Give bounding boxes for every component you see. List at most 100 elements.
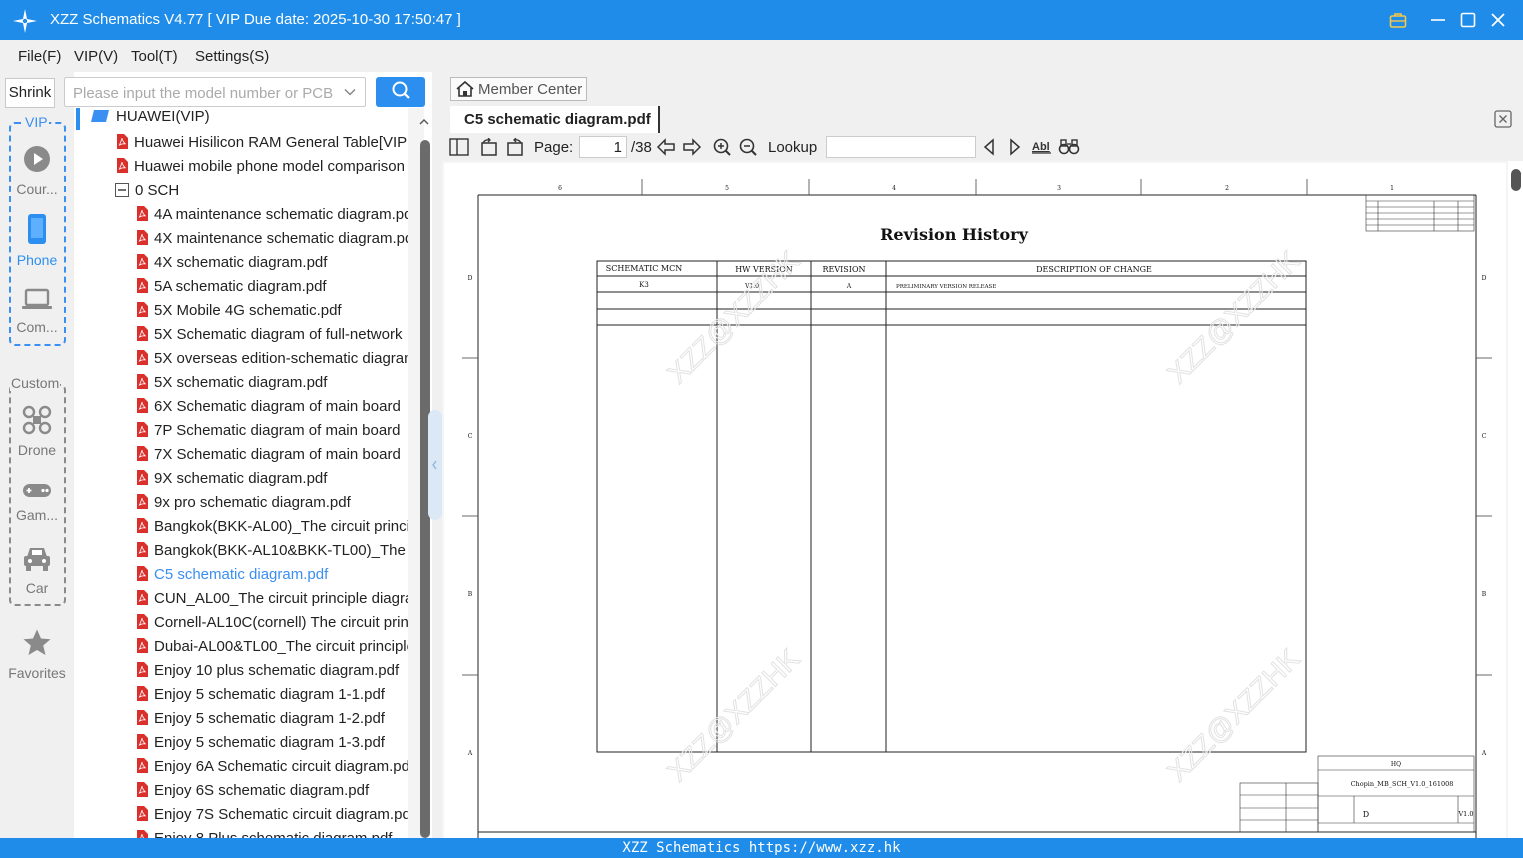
- rail-item-favorites[interactable]: Favorites: [4, 628, 70, 681]
- tree-file-item[interactable]: 7P Schematic diagram of main board: [136, 422, 408, 444]
- tree-file-label: 9X schematic diagram.pdf: [154, 470, 328, 487]
- tree-file-label: Enjoy 10 plus schematic diagram.pdf: [154, 662, 400, 679]
- tree-file-item[interactable]: 5X overseas edition-schematic diagram: [136, 350, 408, 372]
- vip-briefcase-icon[interactable]: [1385, 7, 1411, 33]
- rail-item-phone[interactable]: Phone: [4, 213, 70, 268]
- menu-vip[interactable]: VIP(V): [74, 48, 118, 65]
- tree-file-label: CUN_AL00_The circuit principle diagram: [154, 590, 408, 607]
- minimize-button[interactable]: [1425, 7, 1451, 33]
- file-tree: HUAWEI(VIP) Huawei Hisilicon RAM General…: [74, 108, 432, 838]
- tree-file-item[interactable]: Enjoy 8 Plus schematic diagram.pdf: [136, 830, 408, 838]
- find-next-icon[interactable]: [1007, 138, 1023, 161]
- pdf-file-icon: [136, 830, 148, 838]
- find-binoculars-icon[interactable]: [1058, 138, 1080, 161]
- tree-file-item[interactable]: 4X schematic diagram.pdf: [136, 254, 408, 276]
- rail-item-car[interactable]: Car: [4, 545, 70, 596]
- rail-item-game[interactable]: Gam...: [4, 482, 70, 523]
- search-input[interactable]: [73, 83, 335, 103]
- tree-root-folder[interactable]: HUAWEI(VIP): [90, 108, 420, 130]
- pdf-file-icon: [136, 686, 148, 705]
- tree-file-item[interactable]: Enjoy 10 plus schematic diagram.pdf: [136, 662, 408, 684]
- shrink-button[interactable]: Shrink: [5, 78, 55, 108]
- car-icon: [4, 545, 70, 576]
- pdf-file-icon: [136, 398, 148, 417]
- rail-item-label: Cour...: [16, 181, 58, 197]
- document-tab[interactable]: C5 schematic diagram.pdf: [450, 106, 660, 133]
- menu-tool[interactable]: Tool(T): [131, 48, 178, 65]
- tree-file-item[interactable]: Enjoy 5 schematic diagram 1-2.pdf: [136, 710, 408, 732]
- close-button[interactable]: [1485, 7, 1511, 33]
- header-schematic-mcn: SCHEMATIC MCN: [606, 264, 682, 273]
- rail-item-computer[interactable]: Com...: [4, 288, 70, 335]
- rail-item-drone[interactable]: Drone: [4, 405, 70, 458]
- tree-file-item[interactable]: CUN_AL00_The circuit principle diagram: [136, 590, 408, 612]
- sidebar-toggle-icon[interactable]: [449, 138, 469, 161]
- tree-file-item[interactable]: Bangkok(BKK-AL10&BKK-TL00)_The circuit: [136, 542, 408, 564]
- tree-file-item[interactable]: 5A schematic diagram.pdf: [136, 278, 408, 300]
- next-page-arrow-icon[interactable]: [682, 138, 702, 161]
- lookup-input[interactable]: [826, 136, 976, 158]
- tree-file-item[interactable]: Enjoy 7S Schematic circuit diagram.pdf: [136, 806, 408, 828]
- zoom-out-icon[interactable]: [739, 138, 759, 161]
- chevron-down-icon[interactable]: [343, 85, 357, 104]
- row-letter: C: [468, 433, 473, 440]
- svg-text:Abl: Abl: [1032, 141, 1050, 153]
- tree-file-item[interactable]: 6X Schematic diagram of main board: [136, 398, 408, 420]
- pdf-file-icon: [136, 662, 148, 681]
- document-viewer[interactable]: 654321 DDCCBBAA Revision History SCHEMAT…: [442, 161, 1508, 838]
- rotate-right-icon[interactable]: [505, 137, 525, 161]
- zoom-in-icon[interactable]: [713, 138, 733, 161]
- pdf-file-icon: [136, 566, 148, 585]
- collapse-icon[interactable]: [115, 183, 129, 201]
- tree-file-item[interactable]: Huawei Hisilicon RAM General Table[VIP: [116, 134, 408, 156]
- laptop-icon: [4, 288, 70, 315]
- company-name: HQ: [1391, 761, 1401, 768]
- match-whole-word-icon[interactable]: Abl: [1031, 138, 1053, 161]
- tree-file-label: 5X Mobile 4G schematic.pdf: [154, 302, 342, 319]
- maximize-button[interactable]: [1455, 7, 1481, 33]
- tree-file-item[interactable]: Huawei mobile phone model comparison: [116, 158, 408, 180]
- tree-file-item[interactable]: 5X Schematic diagram of full-network: [136, 326, 408, 348]
- tree-file-item[interactable]: 5X schematic diagram.pdf: [136, 374, 408, 396]
- pdf-file-icon: [136, 542, 148, 561]
- tree-file-item[interactable]: 7X Schematic diagram of main board: [136, 446, 408, 468]
- tree-file-item[interactable]: Enjoy 6S schematic diagram.pdf: [136, 782, 408, 804]
- find-previous-icon[interactable]: [981, 138, 997, 161]
- document-revision: V1.0: [1457, 810, 1473, 818]
- previous-page-arrow-icon[interactable]: [656, 138, 676, 161]
- column-number: 6: [558, 185, 562, 192]
- tree-file-item-selected[interactable]: C5 schematic diagram.pdf: [136, 566, 408, 588]
- viewer-scrollbar-thumb[interactable]: [1511, 169, 1521, 191]
- menu-file[interactable]: File(F): [18, 48, 61, 65]
- tree-file-item[interactable]: 4A maintenance schematic diagram.pdf: [136, 206, 408, 228]
- tree-file-item[interactable]: Dubai-AL00&TL00_The circuit principle: [136, 638, 408, 660]
- tree-file-label: Enjoy 5 schematic diagram 1-3.pdf: [154, 734, 385, 751]
- header-description: DESCRIPTION OF CHANGE: [1036, 265, 1152, 274]
- tree-file-item[interactable]: 9X schematic diagram.pdf: [136, 470, 408, 492]
- rotate-left-icon[interactable]: [479, 137, 499, 161]
- collapse-pane-handle[interactable]: [428, 410, 442, 520]
- rail-item-label: Car: [25, 580, 49, 596]
- pdf-file-icon: [136, 422, 148, 441]
- tree-file-label: Enjoy 7S Schematic circuit diagram.pdf: [154, 806, 408, 823]
- search-button[interactable]: [376, 77, 425, 107]
- column-number: 3: [1057, 185, 1061, 192]
- tree-file-label: 4X maintenance schematic diagram.pdf: [154, 230, 408, 247]
- tree-folder-0-sch[interactable]: 0 SCH: [115, 182, 415, 204]
- tree-file-item[interactable]: 5X Mobile 4G schematic.pdf: [136, 302, 408, 324]
- tree-file-item[interactable]: Enjoy 5 schematic diagram 1-1.pdf: [136, 686, 408, 708]
- tree-file-item[interactable]: 9x pro schematic diagram.pdf: [136, 494, 408, 516]
- rail-item-courses[interactable]: Cour...: [4, 144, 70, 197]
- page-number-input[interactable]: 1: [579, 136, 627, 158]
- tree-file-label: Enjoy 5 schematic diagram 1-2.pdf: [154, 710, 385, 727]
- member-center-button[interactable]: Member Center: [450, 77, 587, 101]
- tree-file-item[interactable]: Cornell-AL10C(cornell) The circuit princ…: [136, 614, 408, 636]
- menu-settings[interactable]: Settings(S): [195, 48, 269, 65]
- scroll-up-icon[interactable]: [418, 114, 430, 132]
- tree-file-item[interactable]: Enjoy 6A Schematic circuit diagram.pdf: [136, 758, 408, 780]
- close-document-icon[interactable]: [1494, 110, 1512, 133]
- model-search-field[interactable]: [64, 77, 366, 107]
- tree-file-item[interactable]: Enjoy 5 schematic diagram 1-3.pdf: [136, 734, 408, 756]
- tree-file-item[interactable]: Bangkok(BKK-AL00)_The circuit principle: [136, 518, 408, 540]
- tree-file-item[interactable]: 4X maintenance schematic diagram.pdf: [136, 230, 408, 252]
